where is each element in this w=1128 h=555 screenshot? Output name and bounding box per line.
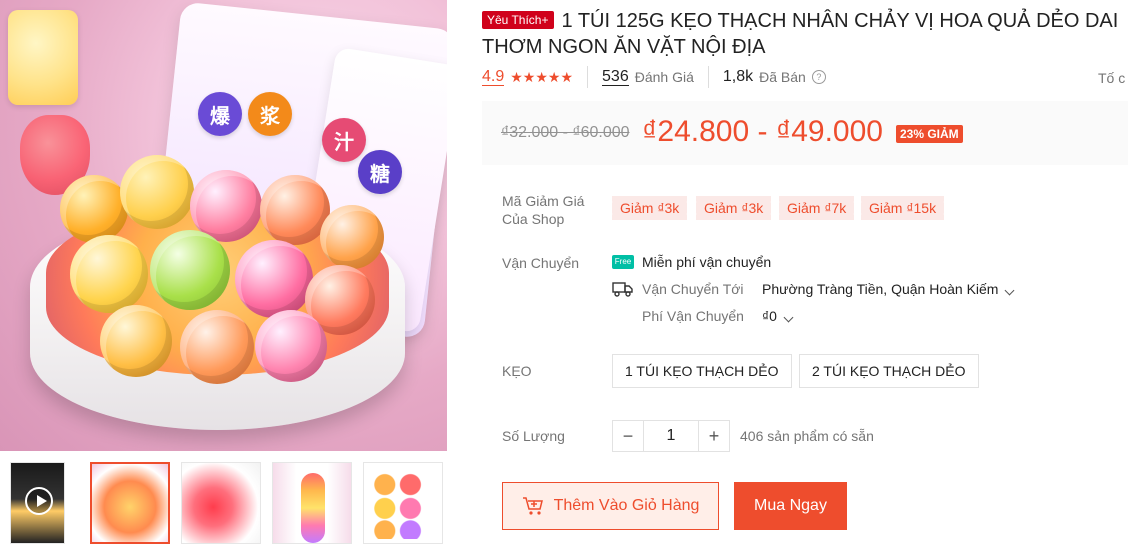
thumbnail-strip bbox=[0, 460, 447, 545]
thumbnail-image[interactable] bbox=[90, 462, 170, 544]
cart-icon bbox=[522, 497, 543, 515]
sold-count: 1,8k bbox=[722, 68, 754, 85]
favorite-badge: Yêu Thích+ bbox=[482, 11, 554, 29]
truck-icon bbox=[612, 282, 633, 297]
divider bbox=[587, 66, 589, 88]
divider bbox=[707, 66, 709, 88]
star-icons: ★★★★★ bbox=[510, 68, 574, 85]
shipping-fee-value: ₫0 bbox=[762, 308, 777, 324]
variant-option-1[interactable]: 1 TÚI KẸO THẠCH DẺO bbox=[612, 354, 792, 388]
bag-kanji-4: 糖 bbox=[358, 150, 402, 194]
jelly-stick-image bbox=[301, 473, 325, 543]
quantity-stepper: − 1 + bbox=[612, 420, 730, 452]
variant-option-2[interactable]: 2 TÚI KẸO THẠCH DẺO bbox=[799, 354, 979, 388]
product-title-text: 1 TÚI 125G KẸO THẠCH NHÂN CHẢY VỊ HOA QU… bbox=[482, 10, 1119, 58]
jelly-ball bbox=[100, 305, 172, 377]
voucher-chip[interactable]: Giảm ₫3k bbox=[693, 196, 772, 220]
free-shipping-icon: Free bbox=[612, 255, 634, 269]
brand-logo bbox=[8, 10, 78, 105]
jelly-ball bbox=[150, 230, 230, 310]
help-icon[interactable]: ? bbox=[811, 70, 826, 84]
discount-badge: 23% GIẢM bbox=[896, 125, 963, 143]
thumbnail-image[interactable] bbox=[272, 462, 352, 544]
stock-text: 406 sản phẩm có sẵn bbox=[740, 428, 874, 444]
chevron-down-icon bbox=[1005, 285, 1015, 296]
chevron-down-icon bbox=[783, 312, 794, 323]
report-link[interactable]: Tố c bbox=[1098, 70, 1125, 86]
buy-now-button[interactable]: Mua Ngay bbox=[734, 482, 847, 530]
product-title: Yêu Thích+ 1 TÚI 125G KẸO THẠCH NHÂN CHẢY… bbox=[482, 8, 1128, 60]
thumbnail-image[interactable] bbox=[181, 462, 261, 544]
product-main-image[interactable]: 爆 浆 汁 糖 bbox=[0, 0, 447, 451]
shipping-to-label: Vận Chuyển Tới bbox=[642, 281, 744, 297]
buy-now-label: Mua Ngay bbox=[754, 497, 827, 514]
add-to-cart-label: Thêm Vào Giỏ Hàng bbox=[553, 497, 700, 514]
decrease-button[interactable]: − bbox=[613, 421, 643, 451]
play-icon bbox=[25, 487, 53, 515]
increase-button[interactable]: + bbox=[699, 421, 729, 451]
shipping-to-line: Vận Chuyển Tới Phường Tràng Tiền, Quận H… bbox=[612, 281, 1015, 297]
jelly-grid-image bbox=[372, 471, 436, 539]
voucher-chip[interactable]: Giảm ₫3k bbox=[609, 196, 688, 220]
jelly-ball bbox=[235, 240, 313, 318]
reviews-label: Đánh Giá bbox=[634, 69, 694, 85]
shipping-fee-select[interactable]: ₫0 bbox=[762, 308, 794, 324]
shipping-fee-line: Phí Vận Chuyển ₫0 bbox=[642, 308, 794, 324]
voucher-chip[interactable]: Giảm ₫15k bbox=[858, 196, 945, 220]
sold-label: Đã Bán bbox=[759, 69, 806, 85]
reviews-count[interactable]: 536 bbox=[602, 68, 629, 86]
rating-value[interactable]: 4.9 bbox=[482, 68, 505, 86]
jelly-ball bbox=[255, 310, 327, 382]
shipping-fee-label: Phí Vận Chuyển bbox=[642, 308, 744, 324]
original-price: ₫32.000 - ₫60.000 bbox=[501, 124, 630, 141]
current-price: ₫24.800 - ₫49.000 bbox=[642, 115, 883, 148]
shipping-label: Vận Chuyển bbox=[502, 255, 580, 271]
free-shipping-text: Miễn phí vận chuyển bbox=[642, 254, 772, 270]
thumbnail-image[interactable] bbox=[363, 462, 443, 544]
jelly-ball bbox=[180, 310, 254, 384]
voucher-chip[interactable]: Giảm ₫7k bbox=[776, 196, 855, 220]
voucher-label: Mã Giảm Giá Của Shop bbox=[502, 193, 585, 227]
variant-label: KẸO bbox=[502, 363, 532, 379]
free-shipping-line: Free Miễn phí vận chuyển bbox=[612, 254, 771, 270]
quantity-label: Số Lượng bbox=[502, 428, 565, 444]
bag-kanji-1: 爆 bbox=[198, 92, 242, 136]
quantity-input[interactable]: 1 bbox=[643, 421, 699, 451]
bag-kanji-2: 浆 bbox=[248, 92, 292, 136]
rating-row: 4.9 ★★★★★ 536 Đánh Giá 1,8k Đã Bán ? bbox=[482, 66, 826, 88]
shipping-address: Phường Tràng Tiền, Quận Hoàn Kiếm bbox=[762, 281, 999, 297]
bag-kanji-3: 汁 bbox=[322, 118, 366, 162]
thumbnail-video[interactable] bbox=[10, 462, 65, 544]
jelly-ball bbox=[60, 175, 128, 243]
jelly-ball bbox=[320, 205, 384, 269]
jelly-ball bbox=[120, 155, 194, 229]
add-to-cart-button[interactable]: Thêm Vào Giỏ Hàng bbox=[502, 482, 719, 530]
jelly-ball bbox=[70, 235, 148, 313]
shipping-address-select[interactable]: Phường Tràng Tiền, Quận Hoàn Kiếm bbox=[762, 281, 1015, 297]
price-section: ₫32.000 - ₫60.000 ₫24.800 - ₫49.000 23% … bbox=[482, 101, 1128, 165]
